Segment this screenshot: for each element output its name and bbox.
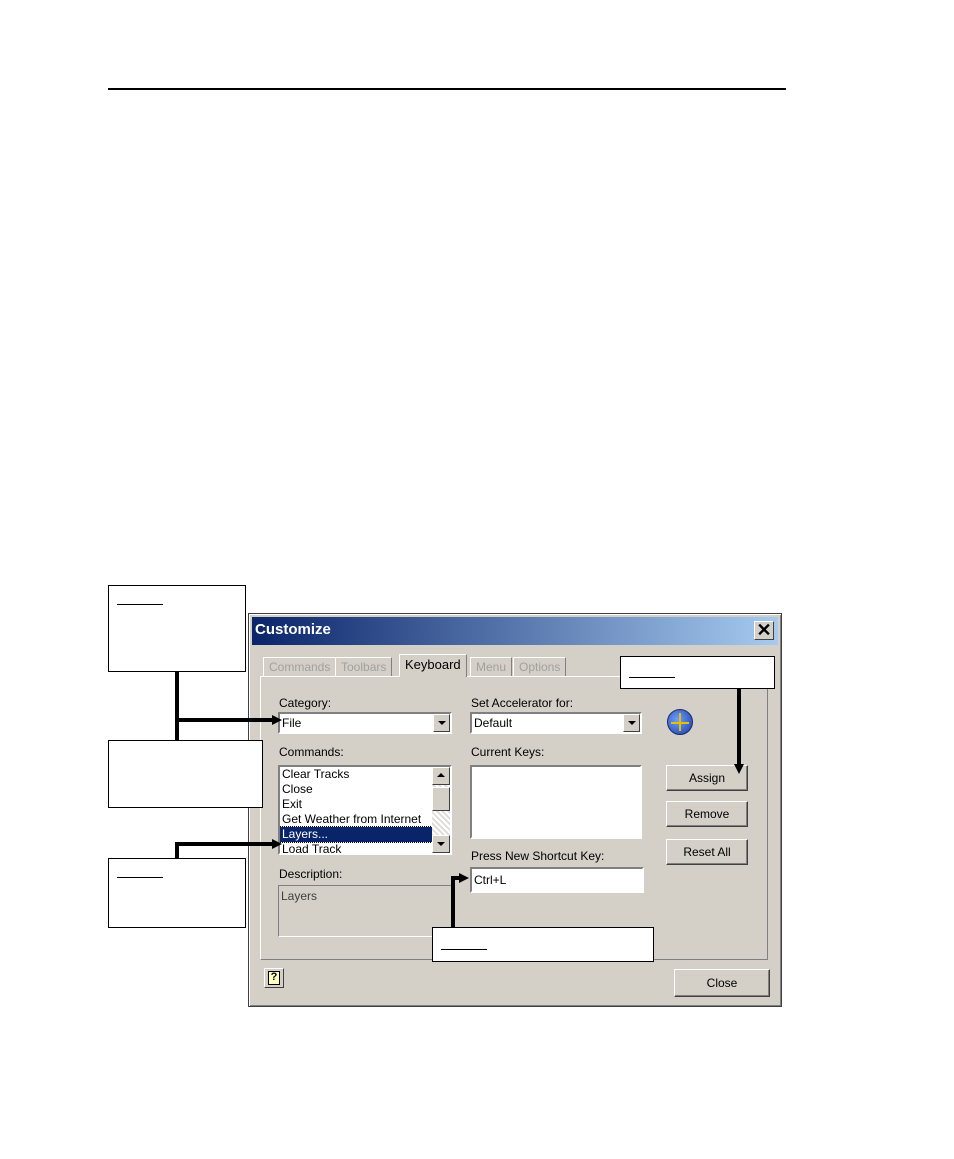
list-item[interactable]: Clear Tracks (280, 767, 450, 782)
commands-label: Commands: (279, 745, 344, 759)
header-rule (108, 88, 786, 90)
callout-underline (629, 677, 675, 678)
accelerator-value: Default (474, 716, 513, 730)
callout-box-2 (108, 740, 263, 808)
shortcut-label: Press New Shortcut Key: (471, 849, 605, 863)
accelerator-select[interactable]: Default (470, 712, 642, 734)
tab-menu[interactable]: Menu (470, 657, 513, 676)
tab-keyboard[interactable]: Keyboard (399, 654, 467, 677)
arrow-head (272, 839, 282, 849)
reset-all-button[interactable]: Reset All (666, 839, 748, 865)
arrow-head (459, 873, 469, 883)
description-label: Description: (279, 867, 343, 881)
shortcut-value: Ctrl+L (474, 873, 507, 887)
callout-box-5 (432, 927, 654, 962)
scroll-down-button[interactable] (432, 835, 450, 853)
close-button[interactable]: Close (674, 969, 770, 997)
connector-line (737, 689, 741, 765)
tab-options[interactable]: Options (513, 657, 567, 676)
description-value: Layers (281, 889, 318, 903)
category-select[interactable]: File (278, 712, 452, 734)
chevron-down-icon[interactable] (623, 714, 640, 732)
commands-list[interactable]: Clear Tracks Close Exit Get Weather from… (278, 765, 452, 855)
chevron-down-icon[interactable] (433, 714, 450, 732)
scroll-up-button[interactable] (432, 767, 450, 785)
current-keys-label: Current Keys: (471, 745, 545, 759)
close-icon[interactable]: ✕ (754, 621, 774, 640)
accelerator-label: Set Accelerator for: (471, 696, 574, 710)
arrow-head (734, 764, 744, 774)
list-item-selected[interactable]: Layers... (280, 826, 450, 843)
remove-button[interactable]: Remove (666, 801, 748, 827)
connector-line (451, 876, 455, 927)
tab-commands[interactable]: Commands (263, 657, 337, 676)
scroll-thumb[interactable] (432, 787, 450, 811)
commands-scrollbar[interactable] (432, 767, 450, 853)
current-keys-list[interactable] (470, 765, 642, 839)
dialog-title: Customize (255, 621, 331, 638)
description-box: Layers (278, 885, 452, 937)
title-bar: Customize ✕ (252, 617, 778, 645)
tab-toolbars[interactable]: Toolbars (335, 657, 393, 676)
connector-line (175, 718, 275, 722)
callout-underline (117, 877, 163, 878)
category-label: Category: (279, 696, 332, 710)
category-value: File (282, 716, 302, 730)
shortcut-input[interactable]: Ctrl+L (470, 867, 644, 893)
globe-icon (667, 709, 693, 735)
arrow-head (272, 715, 282, 725)
list-item[interactable]: Close (280, 782, 450, 797)
callout-box-1 (108, 585, 246, 672)
callout-box-4 (620, 656, 775, 689)
list-item[interactable]: Exit (280, 797, 450, 812)
connector-line (175, 672, 179, 740)
help-icon[interactable]: ? (264, 968, 284, 988)
callout-underline (117, 604, 163, 605)
list-item[interactable]: Load Track (280, 842, 450, 853)
list-item[interactable]: Get Weather from Internet (280, 812, 450, 827)
callout-box-3 (108, 858, 246, 928)
callout-underline (441, 949, 487, 950)
connector-line (175, 842, 275, 846)
